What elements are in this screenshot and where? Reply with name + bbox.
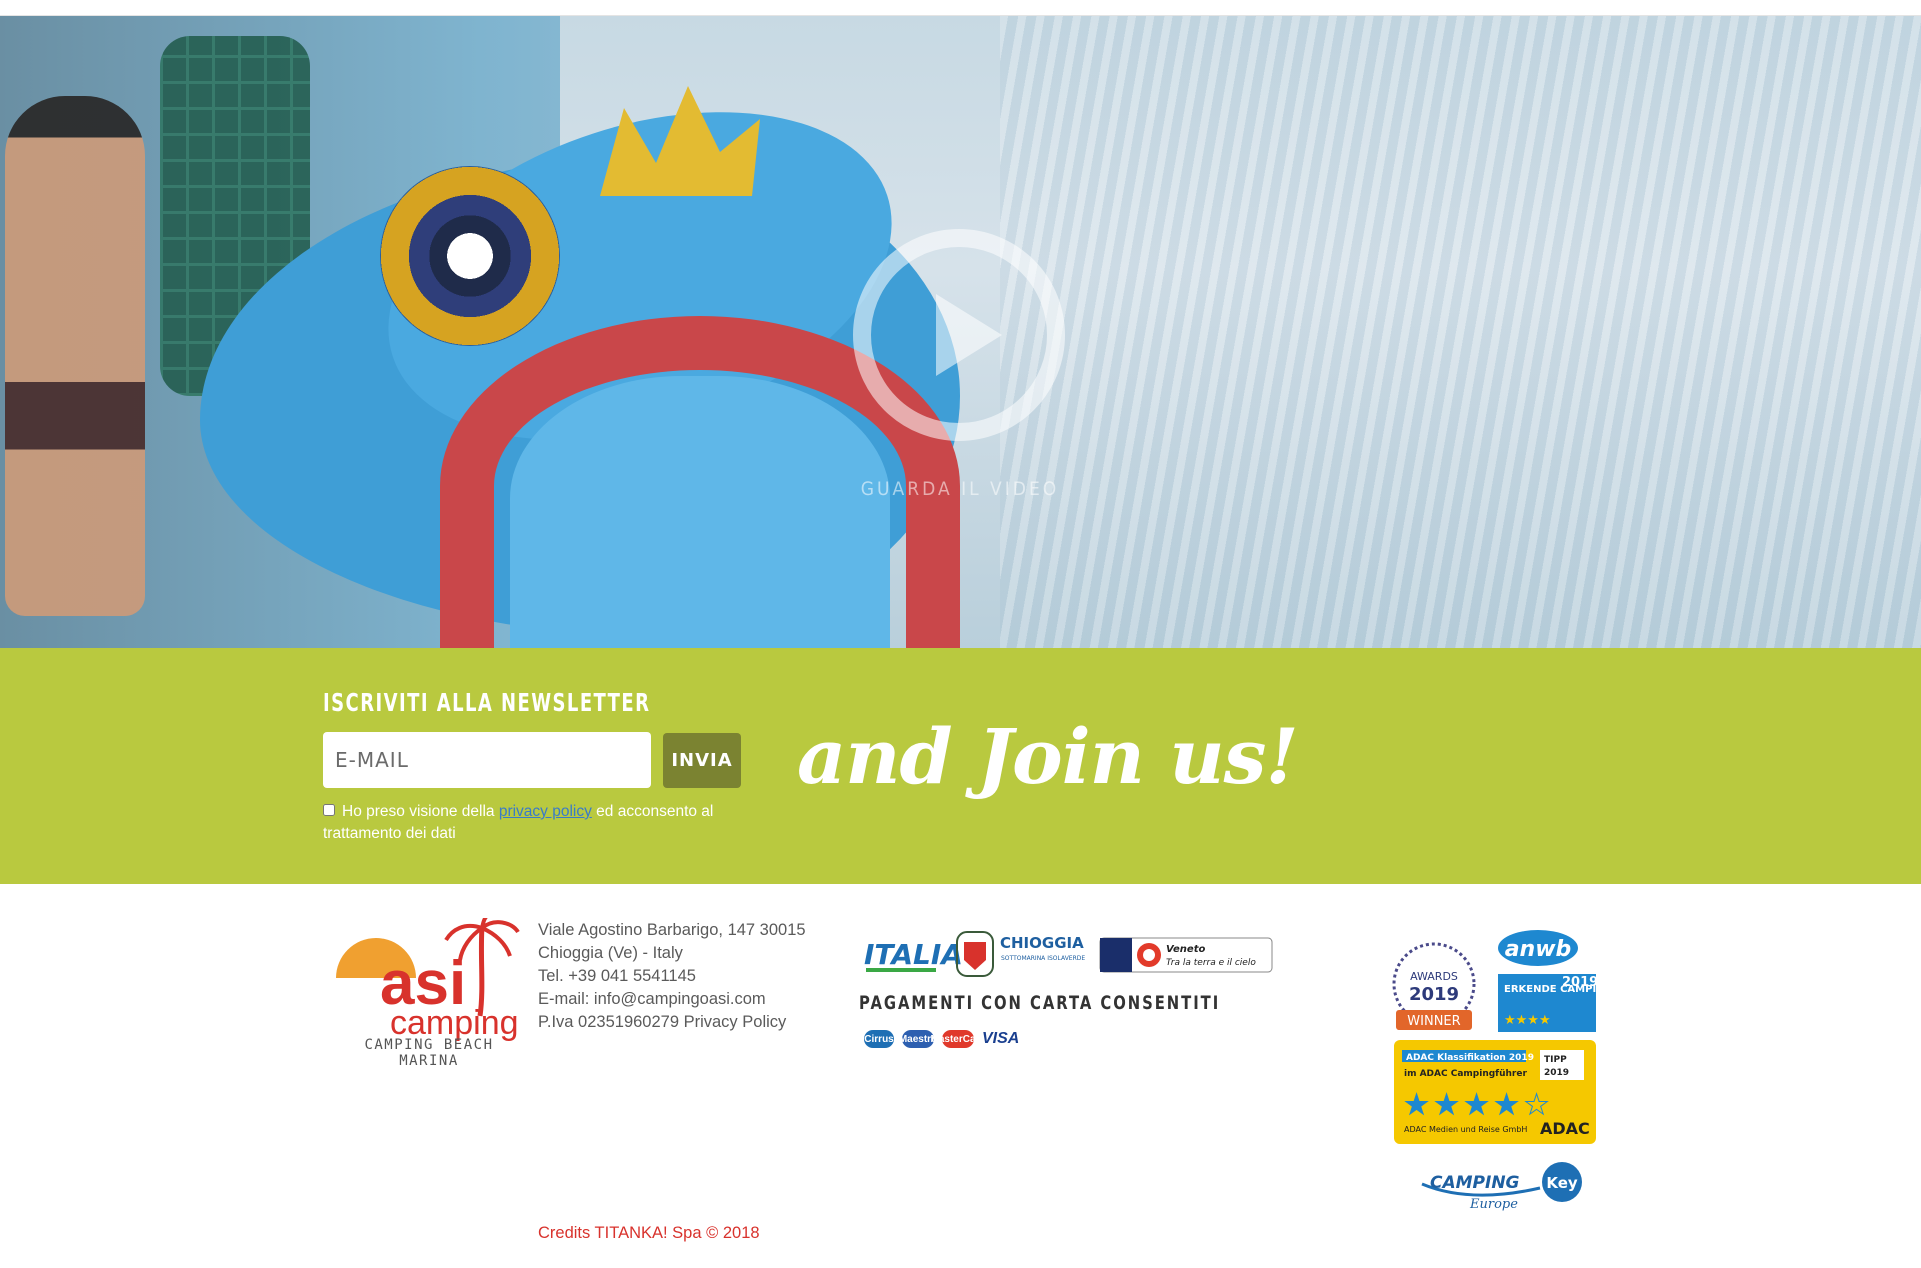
payment-cards: Cirrus Maestro MasterCard VISA xyxy=(864,1028,1019,1050)
play-video-label[interactable]: GUARDA IL VIDEO xyxy=(760,478,1160,500)
chioggia-logo: CHIOGGIA xyxy=(1000,934,1084,952)
adac-badge: ADAC Klassifikation 2019 im ADAC Camping… xyxy=(1394,1040,1596,1144)
svg-text:CAMPING: CAMPING xyxy=(1430,1173,1520,1193)
adac-star-icon: ★ xyxy=(1434,1088,1459,1121)
adac-rating-stars: ★ ★ ★ ★ ★ xyxy=(1404,1088,1550,1122)
camping-key-europe-badge: CAMPING Key Europe xyxy=(1421,1162,1582,1212)
svg-text:ADAC: ADAC xyxy=(1540,1119,1590,1138)
adac-star-icon: ★ xyxy=(1464,1088,1489,1121)
play-icon xyxy=(936,294,1002,376)
hero-video[interactable]: GUARDA IL VIDEO xyxy=(0,16,1921,648)
svg-text:anwb: anwb xyxy=(1505,937,1572,962)
svg-text:WINNER: WINNER xyxy=(1407,1014,1460,1029)
visa-card-icon: VISA xyxy=(982,1030,1020,1047)
credits-link[interactable]: Credits TITANKA! Spa © 2018 xyxy=(538,1224,760,1243)
address-city: Chioggia (Ve) - Italy xyxy=(538,944,683,962)
address-email[interactable]: E-mail: info@campingoasi.com xyxy=(538,988,806,1011)
water-spray xyxy=(1000,16,1921,648)
privacy-policy-link[interactable]: privacy policy xyxy=(499,803,592,820)
svg-text:ADAC Klassifikation 2019: ADAC Klassifikation 2019 xyxy=(1406,1053,1534,1063)
payments-title: PAGAMENTI CON CARTA CONSENTITI xyxy=(859,992,1221,1014)
address-line: Viale Agostino Barbarigo, 147 30015 xyxy=(538,921,806,939)
svg-text:TIPP: TIPP xyxy=(1544,1055,1567,1065)
fish-eye xyxy=(380,166,560,346)
italia-logo: ITALIA xyxy=(864,938,963,971)
submit-button[interactable]: INVIA xyxy=(663,733,741,788)
svg-text:ADAC Medien und Reise GmbH: ADAC Medien und Reise GmbH xyxy=(1404,1125,1527,1134)
consent-text: Ho preso visione della privacy policy ed… xyxy=(323,801,743,845)
veneto-sub: Tra la terra e il cielo xyxy=(1166,958,1256,968)
mastercard-card-icon: MasterCard xyxy=(930,1030,986,1048)
svg-text:2019: 2019 xyxy=(1409,984,1459,1005)
chioggia-sub: SOTTOMARINA ISOLAVERDE xyxy=(1001,955,1085,962)
adac-star-icon: ★ xyxy=(1524,1088,1549,1121)
address-vat[interactable]: P.Iva 02351960279 Privacy Policy xyxy=(538,1011,806,1034)
consent-prefix: Ho preso visione della xyxy=(342,803,495,820)
award-badges: AWARDS 2019 WINNER anwb ERKENDE CAMPING … xyxy=(1392,930,1600,1212)
adac-star-icon: ★ xyxy=(1404,1088,1429,1121)
play-video-button[interactable] xyxy=(852,228,1066,442)
adac-star-icon: ★ xyxy=(1494,1088,1519,1121)
svg-text:Key: Key xyxy=(1546,1174,1578,1192)
oasi-camping-logo[interactable]: asi camping xyxy=(334,918,520,1054)
anwb-badge: anwb ERKENDE CAMPING 2019 ★★★★ xyxy=(1498,930,1600,1032)
address-phone[interactable]: Tel. +39 041 5541145 xyxy=(538,965,806,988)
join-us-slogan: and Join us! xyxy=(797,712,1299,801)
awards-2019-badge: AWARDS 2019 WINNER xyxy=(1392,942,1476,1030)
logo-tagline: CAMPING BEACH MARINA xyxy=(364,1037,494,1069)
child-figure xyxy=(5,96,145,616)
newsletter-title: ISCRIVITI ALLA NEWSLETTER xyxy=(323,688,651,717)
maestro-card-icon: Maestro xyxy=(899,1030,937,1048)
svg-text:2019: 2019 xyxy=(1544,1068,1569,1078)
contact-address: Viale Agostino Barbarigo, 147 30015 Chio… xyxy=(538,919,806,1034)
svg-text:AWARDS: AWARDS xyxy=(1410,970,1458,983)
svg-text:★★★★: ★★★★ xyxy=(1504,1013,1551,1028)
svg-text:im ADAC Campingführer: im ADAC Campingführer xyxy=(1404,1069,1527,1079)
top-strip xyxy=(0,0,1921,16)
veneto-logo: Veneto xyxy=(1166,944,1205,955)
partner-logos: ITALIA CHIOGGIA SOTTOMARINA ISOLAVERDE V… xyxy=(864,931,1273,977)
email-input[interactable] xyxy=(323,732,651,788)
svg-text:Europe: Europe xyxy=(1469,1197,1518,1212)
svg-text:2019: 2019 xyxy=(1562,975,1598,990)
cirrus-card-icon: Cirrus xyxy=(864,1030,894,1048)
